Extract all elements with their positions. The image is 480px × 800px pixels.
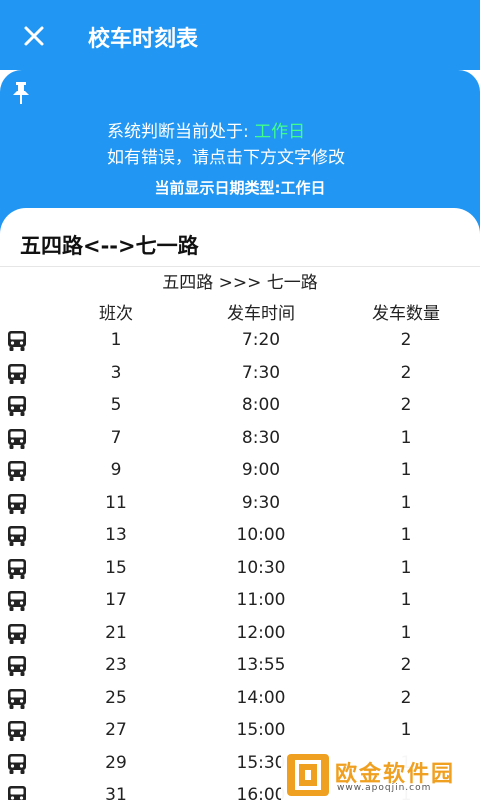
route-header[interactable]: 五四路<-->七一路 (20, 230, 199, 260)
run-number: 7 (110, 427, 122, 448)
departure-count: 2 (400, 330, 412, 350)
date-type-label[interactable]: 当前显示日期类型:工作日 (0, 177, 480, 198)
departure-count: 2 (400, 362, 412, 383)
table-row[interactable]: 3 7:30 2 (0, 358, 480, 391)
departure-count: 1 (400, 492, 412, 513)
table-row[interactable]: 15 10:30 1 (0, 553, 480, 586)
watermark-logo (287, 754, 329, 796)
run-number: 11 (105, 492, 127, 513)
departure-count: 2 (400, 655, 412, 675)
departure-time: 15:00 (236, 720, 286, 740)
app-bar: 校车时刻表 (0, 0, 480, 70)
departure-count: 1 (400, 460, 412, 480)
bus-icon (6, 363, 28, 385)
modify-hint-link[interactable]: 如有错误，请点击下方文字修改 (107, 143, 345, 168)
table-row[interactable]: 21 12:00 1 (0, 618, 480, 651)
bus-icon (6, 753, 28, 775)
departure-count: 2 (400, 687, 412, 708)
departure-time: 7:30 (241, 362, 281, 383)
run-number: 27 (105, 720, 127, 740)
departure-time: 10:30 (236, 557, 286, 578)
bus-icon (6, 460, 28, 482)
departure-time: 9:00 (241, 460, 281, 480)
table-row[interactable]: 13 10:00 1 (0, 520, 480, 553)
table-row[interactable]: 9 9:00 1 (0, 455, 480, 488)
table-row[interactable]: 27 15:00 1 (0, 715, 480, 748)
bus-icon (6, 720, 28, 742)
direction-label: 五四路 >>> 七一路 (162, 273, 318, 293)
departure-time: 11:00 (236, 590, 286, 610)
table-row[interactable]: 11 9:30 1 (0, 488, 480, 521)
watermark: 欧金软件园 www.apoqjin.com (281, 748, 480, 800)
run-number: 31 (105, 785, 127, 800)
schedule-table: 1 7:20 2 3 7:30 2 5 8:00 2 7 8:30 1 9 9:00 1 11 9:30 1 13 1… (0, 325, 480, 800)
departure-count: 1 (400, 720, 412, 740)
status-value: 工作日 (254, 122, 306, 142)
run-number: 15 (105, 557, 127, 578)
departure-count: 1 (400, 557, 412, 578)
departure-time: 12:00 (236, 622, 286, 643)
table-row[interactable]: 17 11:00 1 (0, 585, 480, 618)
current-status: 系统判断当前处于: 工作日 (107, 117, 305, 142)
run-number: 9 (110, 460, 122, 480)
bus-icon (6, 590, 28, 612)
departure-count: 1 (400, 590, 412, 610)
run-number: 23 (105, 655, 127, 675)
run-number: 25 (105, 687, 127, 708)
departure-time: 13:55 (236, 655, 286, 675)
table-row[interactable]: 25 14:00 2 (0, 683, 480, 716)
bus-icon (6, 395, 28, 417)
departure-count: 2 (400, 395, 412, 415)
pin-icon[interactable] (10, 80, 32, 106)
watermark-url: www.apoqjin.com (337, 783, 432, 793)
bus-icon (6, 623, 28, 645)
bus-icon (6, 688, 28, 710)
departure-time: 10:00 (236, 525, 286, 545)
table-row[interactable]: 5 8:00 2 (0, 390, 480, 423)
page-title: 校车时刻表 (88, 27, 199, 52)
run-number: 21 (105, 622, 127, 643)
departure-count: 1 (400, 525, 412, 545)
close-button[interactable] (18, 20, 50, 52)
run-number: 5 (110, 395, 122, 415)
run-number: 3 (110, 362, 122, 383)
bus-icon (6, 493, 28, 515)
departure-time: 7:20 (241, 330, 281, 350)
run-number: 29 (105, 752, 127, 773)
bus-icon (6, 558, 28, 580)
status-label: 系统判断当前处于: (107, 122, 255, 142)
divider (0, 266, 480, 267)
departure-count: 1 (400, 622, 412, 643)
table-row[interactable]: 1 7:20 2 (0, 325, 480, 358)
run-number: 17 (105, 590, 127, 610)
schedule-sheet: 五四路<-->七一路 五四路 >>> 七一路 班次 发车时间 发车数量 1 7:2… (0, 208, 480, 800)
departure-count: 1 (400, 427, 412, 448)
column-header-time: 发车时间 (227, 304, 295, 324)
departure-time: 9:30 (241, 492, 281, 513)
run-number: 1 (110, 330, 122, 350)
departure-time: 14:00 (236, 687, 286, 708)
bus-icon (6, 330, 28, 352)
bus-icon (6, 525, 28, 547)
table-row[interactable]: 23 13:55 2 (0, 650, 480, 683)
run-number: 13 (105, 525, 127, 545)
table-row[interactable]: 7 8:30 1 (0, 423, 480, 456)
column-header-count: 发车数量 (372, 304, 440, 324)
column-header-run: 班次 (99, 304, 133, 324)
bus-icon (6, 785, 28, 800)
departure-time: 8:00 (241, 395, 281, 415)
departure-time: 8:30 (241, 427, 281, 448)
bus-icon (6, 655, 28, 677)
close-icon (24, 26, 44, 46)
bus-icon (6, 428, 28, 450)
